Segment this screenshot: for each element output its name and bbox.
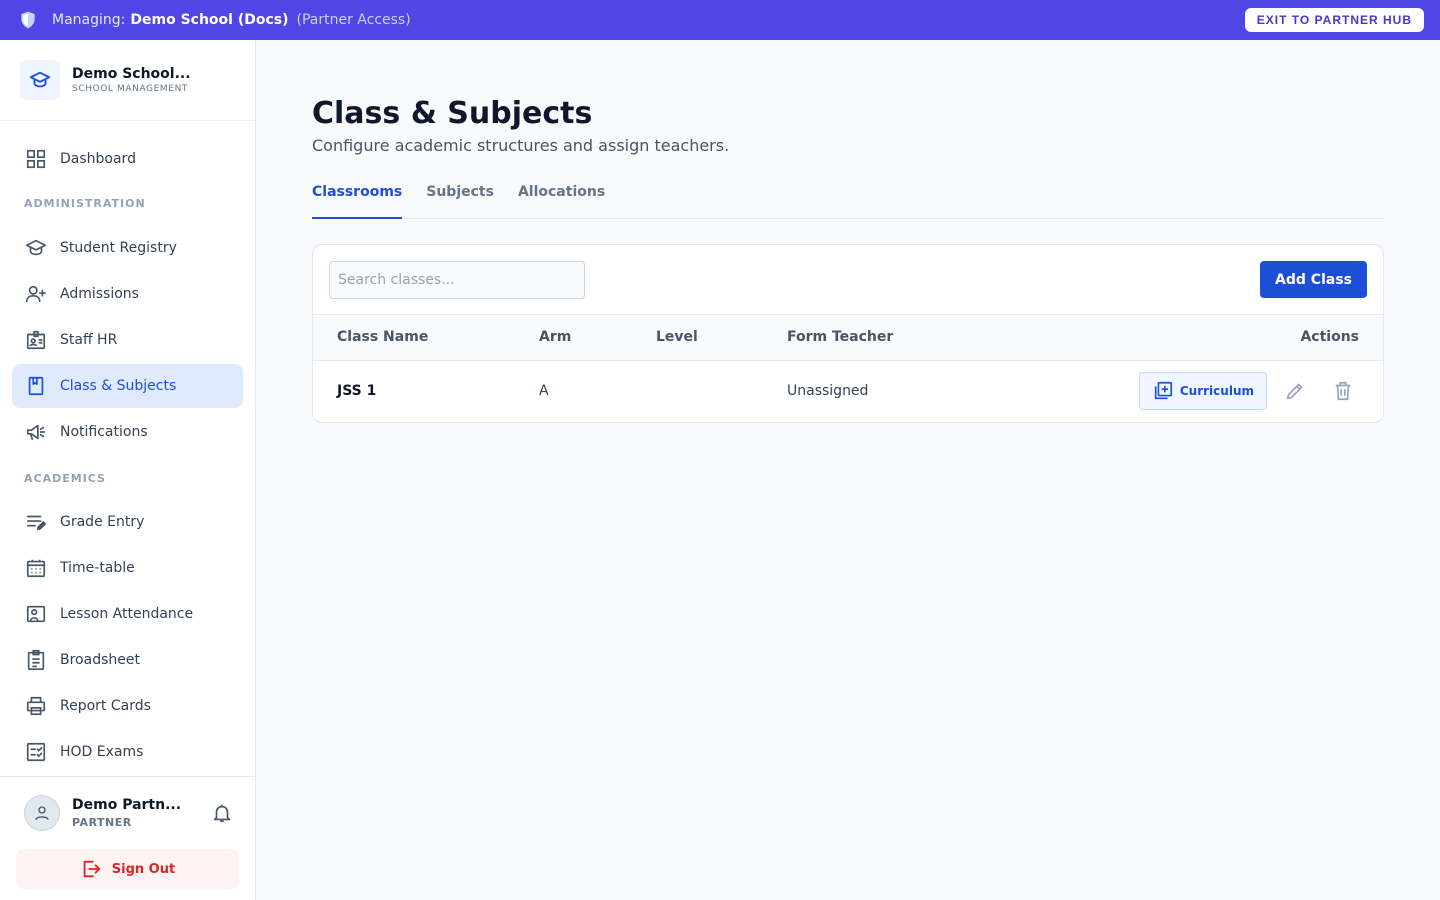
sidebar-item-label: Student Registry [60, 240, 177, 256]
sidebar-item-report-cards[interactable]: Report Cards [12, 684, 243, 728]
add-class-button[interactable]: Add Class [1260, 261, 1367, 298]
tab-subjects[interactable]: Subjects [426, 181, 494, 219]
page-subtitle: Configure academic structures and assign… [312, 136, 730, 155]
column-header-level[interactable]: Level [656, 315, 787, 360]
sidebar-item-label: Lesson Attendance [60, 606, 194, 622]
table-row: JSS 1 A Unassigned Curriculum [313, 360, 1383, 422]
tab-allocations[interactable]: Allocations [518, 181, 605, 219]
sidebar-item-grade-entry[interactable]: Grade Entry [12, 500, 243, 544]
column-header-form-teacher[interactable]: Form Teacher [787, 315, 968, 360]
card-toolbar: Add Class [313, 245, 1383, 315]
sidebar: Demo School... SCHOOL MANAGEMENT Dashboa… [0, 40, 256, 900]
sidebar-item-label: Broadsheet [60, 652, 140, 668]
megaphone-icon [24, 420, 48, 444]
sidebar-item-broadsheet[interactable]: Broadsheet [12, 638, 243, 682]
user-plus-icon [24, 282, 48, 306]
graduation-cap-icon [24, 236, 48, 260]
partner-access-banner: Managing: Demo School (Docs) (Partner Ac… [0, 0, 1440, 40]
cell-class-name: JSS 1 [337, 383, 377, 400]
sidebar-item-label: Notifications [60, 424, 148, 440]
sidebar-item-hod-exams[interactable]: HOD Exams [12, 730, 243, 774]
user-role: PARTNER [72, 816, 132, 829]
access-note: (Partner Access) [296, 12, 411, 28]
sidebar-item-label: Dashboard [60, 151, 136, 167]
edit-list-icon [24, 510, 48, 534]
present-icon [24, 602, 48, 626]
sidebar-item-class-subjects[interactable]: Class & Subjects [12, 364, 243, 408]
sidebar-item-label: Admissions [60, 286, 139, 302]
sidebar-item-label: Class & Subjects [60, 378, 177, 394]
managing-label: Managing: [52, 12, 126, 28]
cell-arm: A [539, 383, 549, 400]
clipboard-icon [24, 648, 48, 672]
book-icon [24, 374, 48, 398]
sidebar-item-dashboard[interactable]: Dashboard [12, 137, 243, 181]
curriculum-button[interactable]: Curriculum [1138, 372, 1267, 411]
library-add-icon [1152, 380, 1174, 402]
sidebar-nav: Dashboard ADMINISTRATION Student Registr… [0, 121, 255, 774]
main-content: Class & Subjects Configure academic stru… [256, 40, 1440, 900]
sidebar-item-label: Report Cards [60, 698, 151, 714]
trash-icon[interactable] [1327, 375, 1359, 407]
checklist-icon [24, 740, 48, 764]
school-name: Demo School... [72, 66, 191, 82]
sidebar-item-staff-hr[interactable]: Staff HR [12, 318, 243, 362]
printer-icon [24, 694, 48, 718]
column-header-class-name[interactable]: Class Name [313, 315, 539, 360]
sidebar-item-label: Staff HR [60, 332, 118, 348]
column-header-actions: Actions [1300, 329, 1359, 346]
sidebar-item-lesson-attendance[interactable]: Lesson Attendance [12, 592, 243, 636]
search-input[interactable] [329, 260, 585, 299]
exit-partner-hub-button[interactable]: EXIT TO PARTNER HUB [1244, 8, 1424, 32]
sidebar-footer: Demo Partn... PARTNER Sign Out [0, 776, 255, 889]
logout-icon [80, 858, 102, 880]
edit-icon[interactable] [1279, 375, 1311, 407]
managed-school-name: Demo School (Docs) [130, 12, 289, 28]
sidebar-item-label: Time-table [60, 560, 135, 576]
section-academics: ACADEMICS [24, 471, 106, 485]
sidebar-item-label: HOD Exams [60, 744, 144, 760]
graduation-cap-icon [20, 60, 60, 100]
cell-form-teacher: Unassigned [787, 383, 869, 400]
bell-icon[interactable] [211, 802, 233, 824]
avatar [24, 795, 60, 831]
sidebar-item-admissions[interactable]: Admissions [12, 272, 243, 316]
curriculum-label: Curriculum [1179, 384, 1254, 399]
tab-bar: Classrooms Subjects Allocations [312, 181, 1384, 219]
sign-out-label: Sign Out [111, 861, 176, 877]
school-subtitle: SCHOOL MANAGEMENT [72, 84, 189, 94]
tab-classrooms[interactable]: Classrooms [312, 181, 403, 219]
classes-card: Add Class Class Name Arm Level Form Teac… [312, 244, 1384, 423]
sidebar-item-time-table[interactable]: Time-table [12, 546, 243, 590]
cell-level [656, 360, 787, 422]
dashboard-icon [24, 147, 48, 171]
sidebar-item-student-registry[interactable]: Student Registry [12, 226, 243, 270]
cell-actions: Curriculum [968, 360, 1383, 422]
calendar-icon [24, 556, 48, 580]
user-profile[interactable]: Demo Partn... PARTNER [16, 777, 239, 849]
table-header-row: Class Name Arm Level Form Teacher Action… [313, 315, 1383, 360]
sidebar-item-notifications[interactable]: Notifications [12, 410, 243, 454]
brand[interactable]: Demo School... SCHOOL MANAGEMENT [0, 40, 255, 121]
id-badge-icon [24, 328, 48, 352]
page-title: Class & Subjects [312, 96, 593, 131]
sign-out-button[interactable]: Sign Out [16, 849, 239, 889]
sidebar-item-label: Grade Entry [60, 514, 145, 530]
shield-icon [18, 10, 38, 30]
user-name: Demo Partn... [72, 797, 182, 813]
column-header-arm[interactable]: Arm [539, 315, 656, 360]
section-administration: ADMINISTRATION [24, 196, 146, 210]
classes-table: Class Name Arm Level Form Teacher Action… [313, 315, 1383, 422]
